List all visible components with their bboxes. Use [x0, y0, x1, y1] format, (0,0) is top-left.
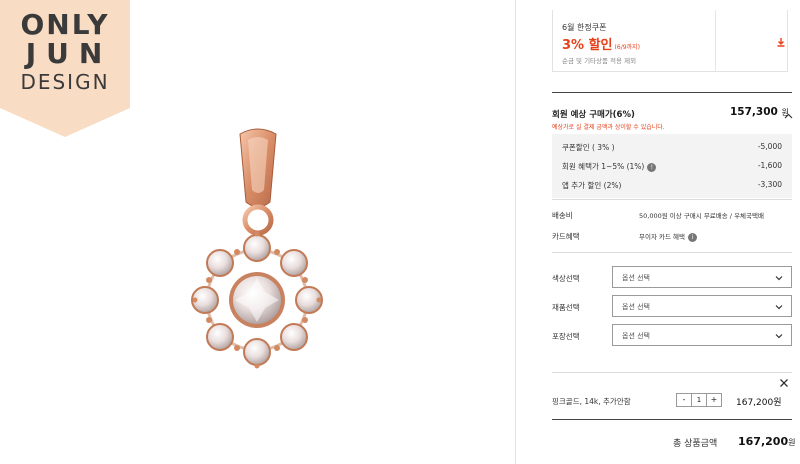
selected-item-price: 167,200원	[736, 398, 782, 408]
coupon-discount: 3% 할인	[562, 38, 613, 53]
close-icon[interactable]	[779, 378, 789, 388]
card-benefit-text: 무이자 카드 혜택	[639, 233, 685, 241]
chevron-down-icon	[775, 334, 783, 339]
discount-row: 회원 혜택가 1~5% (1%)! -1,600	[562, 161, 782, 172]
option-select-value: 옵션 선택	[622, 303, 650, 311]
member-price-title: 회원 예상 구매가(6%)	[552, 110, 635, 120]
option-label-product: 재품선택	[552, 303, 580, 312]
info-icon[interactable]: i	[688, 232, 697, 242]
option-select-packaging[interactable]: 옵션 선택	[612, 324, 792, 346]
discount-breakdown: 쿠폰할인 ( 3% ) -5,000 회원 혜택가 1~5% (1%)! -1,…	[552, 134, 792, 198]
section-divider	[552, 92, 792, 93]
download-icon[interactable]	[775, 36, 787, 48]
member-price-value: 157,300 원	[730, 106, 789, 118]
option-select-value: 옵션 선택	[622, 332, 650, 340]
coupon-box: 6월 한정쿠폰 3% 할인 (6/9까지) 순금 및 기타상품 적용 제외	[552, 10, 788, 72]
discount-amount: -5,000	[757, 142, 782, 151]
discount-label: 앱 추가 할인 (2%)	[562, 181, 622, 190]
discount-row: 쿠폰할인 ( 3% ) -5,000	[562, 142, 782, 153]
pendant-image	[191, 128, 323, 369]
quantity-decrease-button[interactable]: -	[677, 394, 691, 406]
chevron-down-icon	[775, 305, 783, 310]
option-label-packaging: 포장선택	[552, 332, 580, 341]
option-select-product[interactable]: 옵션 선택	[612, 295, 792, 317]
selected-item-name: 핑크골드, 14k, 추가안함	[552, 397, 631, 406]
quantity-value[interactable]: 1	[691, 394, 707, 406]
option-select-color[interactable]: 옵션 선택	[612, 266, 792, 288]
option-select-value: 옵션 선택	[622, 274, 650, 282]
brand-logo-line2: JUN	[25, 37, 113, 70]
discount-label: 회원 혜택가 1~5% (1%)	[562, 162, 645, 171]
total-price-unit: 원	[788, 438, 796, 447]
discount-label: 쿠폰할인 ( 3% )	[562, 143, 615, 152]
chevron-up-icon[interactable]	[784, 113, 793, 119]
brand-logo-line3: DESIGN	[20, 70, 110, 94]
total-label: 총 상품금액	[673, 439, 718, 449]
quantity-stepper: - 1 +	[676, 393, 722, 407]
member-price-note: 예상가로 실 결제 금액과 상이할 수 있습니다.	[552, 124, 665, 131]
section-divider	[552, 199, 792, 200]
discount-amount: -3,300	[757, 180, 782, 189]
quantity-increase-button[interactable]: +	[707, 394, 721, 406]
total-price: 167,200원	[738, 435, 795, 448]
option-label-color: 색상선택	[552, 274, 580, 283]
discount-row: 앱 추가 할인 (2%) -3,300	[562, 180, 782, 191]
coupon-separator	[715, 10, 716, 72]
chevron-down-icon	[775, 276, 783, 281]
brand-banner: ONLY JUN DESIGN	[0, 0, 130, 137]
section-divider	[552, 252, 792, 253]
card-benefit-label: 카드혜택	[552, 232, 580, 241]
member-price-amount: 157,300	[730, 106, 778, 118]
discount-amount: -1,600	[757, 161, 782, 170]
shipping-label: 배송비	[552, 211, 573, 220]
section-divider	[552, 372, 792, 373]
total-price-amount: 167,200	[738, 435, 789, 448]
coupon-note: 순금 및 기타상품 적용 제외	[562, 57, 637, 65]
coupon-title: 6월 한정쿠폰	[562, 23, 607, 32]
coupon-headline: 3% 할인 (6/9까지)	[562, 34, 640, 53]
card-benefit-value: 무이자 카드 혜택 i	[639, 231, 697, 242]
product-image-area: ONLY JUN DESIGN	[0, 0, 515, 464]
coupon-period: (6/9까지)	[614, 44, 640, 51]
shipping-value: 50,000원 이상 구매시 무료배송 / 우체국택배	[639, 212, 764, 220]
section-divider	[552, 419, 792, 420]
purchase-panel: 6월 한정쿠폰 3% 할인 (6/9까지) 순금 및 기타상품 적용 제외 회원 …	[516, 0, 800, 464]
info-icon[interactable]: !	[647, 162, 657, 172]
